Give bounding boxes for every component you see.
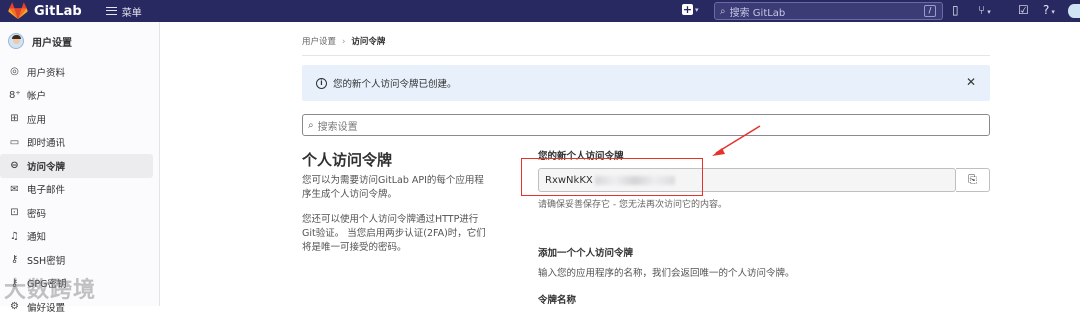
sidebar-item-label: 即时通讯	[27, 138, 66, 150]
lock-icon: ⊡	[10, 207, 19, 219]
sidebar-item-label: SSH密钥	[27, 255, 66, 267]
gitlab-tanuki-icon	[8, 2, 28, 20]
user-icon: ◎	[10, 66, 19, 78]
info-icon: i	[316, 77, 327, 89]
sidebar-item-password[interactable]: ⊡ 密码	[0, 201, 159, 225]
sidebar-item-label: 帐户	[27, 91, 47, 103]
bell-icon: ♫	[10, 230, 19, 242]
menu-button[interactable]: 菜单	[105, 4, 142, 19]
clipboard-icon: ⎘	[968, 173, 977, 186]
sidebar-header[interactable]: 用户设置	[0, 22, 159, 60]
settings-sidebar: 用户设置 ◎ 用户资料 8⁺ 帐户 ⊞ 应用 ▭ 即时通讯 ⊖ 访问令牌 ✉ 电…	[0, 22, 160, 314]
sidebar-item-label: 用户资料	[27, 67, 66, 79]
sidebar-item-label: 电子邮件	[27, 185, 66, 197]
search-shortcut-hint: /	[924, 5, 936, 17]
todos-icon[interactable]: ☑	[1018, 3, 1029, 17]
chevron-down-icon: ▾	[695, 5, 699, 14]
sidebar-item-chat[interactable]: ▭ 即时通讯	[0, 131, 159, 155]
breadcrumb-divider	[302, 55, 990, 56]
merge-requests-icon[interactable]: ⑂ ▾	[978, 3, 991, 17]
new-dropdown-button[interactable]: + ▾	[682, 4, 699, 15]
top-navbar: GitLab 菜单 + ▾ ⌕ 搜索 GitLab / ▯ ⑂ ▾ ☑ ? ▾	[0, 0, 1080, 22]
section-description: 您可以为需要访问GitLab API的每个应用程序生成个人访问令牌。	[302, 175, 484, 200]
alert-text: 您的新个人访问令牌已创建。	[333, 79, 457, 90]
chevron-right-icon: ›	[342, 37, 346, 47]
issues-icon[interactable]: ▯	[952, 3, 959, 17]
add-token-description: 输入您的应用程序的名称，我们会返回唯一的个人访问令牌。	[538, 268, 795, 279]
account-icon: 8⁺	[9, 89, 21, 101]
token-icon: ⊖	[10, 160, 19, 172]
token-created-alert: i 您的新个人访问令牌已创建。 ✕	[302, 65, 990, 101]
help-icon[interactable]: ? ▾	[1043, 3, 1055, 17]
user-avatar-icon[interactable]	[1068, 4, 1080, 18]
brand-name: GitLab	[34, 3, 82, 19]
sidebar-item-label: 通知	[27, 232, 47, 244]
new-token-help-text: 请确保妥善保存它 - 您无法再次访问它的内容。	[538, 200, 727, 210]
global-search-input[interactable]: ⌕ 搜索 GitLab /	[714, 2, 943, 20]
settings-search-input[interactable]: ⌕ 搜索设置	[302, 114, 990, 136]
add-token-heading: 添加一个个人访问令牌	[538, 248, 634, 259]
search-icon: ⌕	[308, 119, 314, 131]
plus-icon: +	[682, 3, 693, 16]
copy-token-button[interactable]: ⎘	[956, 168, 990, 192]
sidebar-item-label: 访问令牌	[27, 161, 66, 173]
sidebar-item-account[interactable]: 8⁺ 帐户	[0, 84, 159, 108]
search-placeholder: 搜索 GitLab	[729, 7, 786, 19]
chat-icon: ▭	[9, 136, 20, 148]
key-icon: ⚷	[10, 254, 19, 266]
token-name-label: 令牌名称	[538, 295, 577, 306]
sidebar-title: 用户设置	[32, 37, 72, 49]
sidebar-item-label: 密码	[27, 208, 47, 220]
section-description-2fa: 您还可以使用个人访问令牌通过HTTP进行Git验证。 当您启用两步认证(2FA)…	[302, 214, 486, 253]
breadcrumb-current: 访问令牌	[351, 37, 386, 47]
breadcrumb-parent-link[interactable]: 用户设置	[302, 37, 336, 47]
search-icon: ⌕	[720, 5, 726, 17]
close-icon[interactable]: ✕	[966, 75, 976, 89]
hamburger-icon	[105, 7, 117, 15]
annotation-highlight-box	[521, 158, 703, 196]
sidebar-item-profile[interactable]: ◎ 用户资料	[0, 60, 159, 84]
mail-icon: ✉	[10, 183, 19, 195]
watermark-logo: 大数跨境	[4, 278, 97, 303]
user-avatar	[8, 33, 24, 49]
page-title: 个人访问令牌	[302, 151, 393, 169]
sidebar-item-emails[interactable]: ✉ 电子邮件	[0, 178, 159, 202]
sidebar-item-access-tokens[interactable]: ⊖ 访问令牌	[0, 154, 153, 178]
menu-label: 菜单	[121, 7, 142, 19]
sidebar-item-applications[interactable]: ⊞ 应用	[0, 107, 159, 131]
sidebar-item-notifications[interactable]: ♫ 通知	[0, 225, 159, 249]
sidebar-item-ssh-keys[interactable]: ⚷ SSH密钥	[0, 248, 159, 272]
sidebar-item-label: 应用	[27, 114, 47, 126]
applications-icon: ⊞	[10, 113, 19, 125]
settings-search-placeholder: 搜索设置	[317, 121, 358, 133]
gitlab-logo[interactable]: GitLab	[8, 2, 82, 20]
breadcrumb: 用户设置 › 访问令牌	[302, 35, 385, 47]
